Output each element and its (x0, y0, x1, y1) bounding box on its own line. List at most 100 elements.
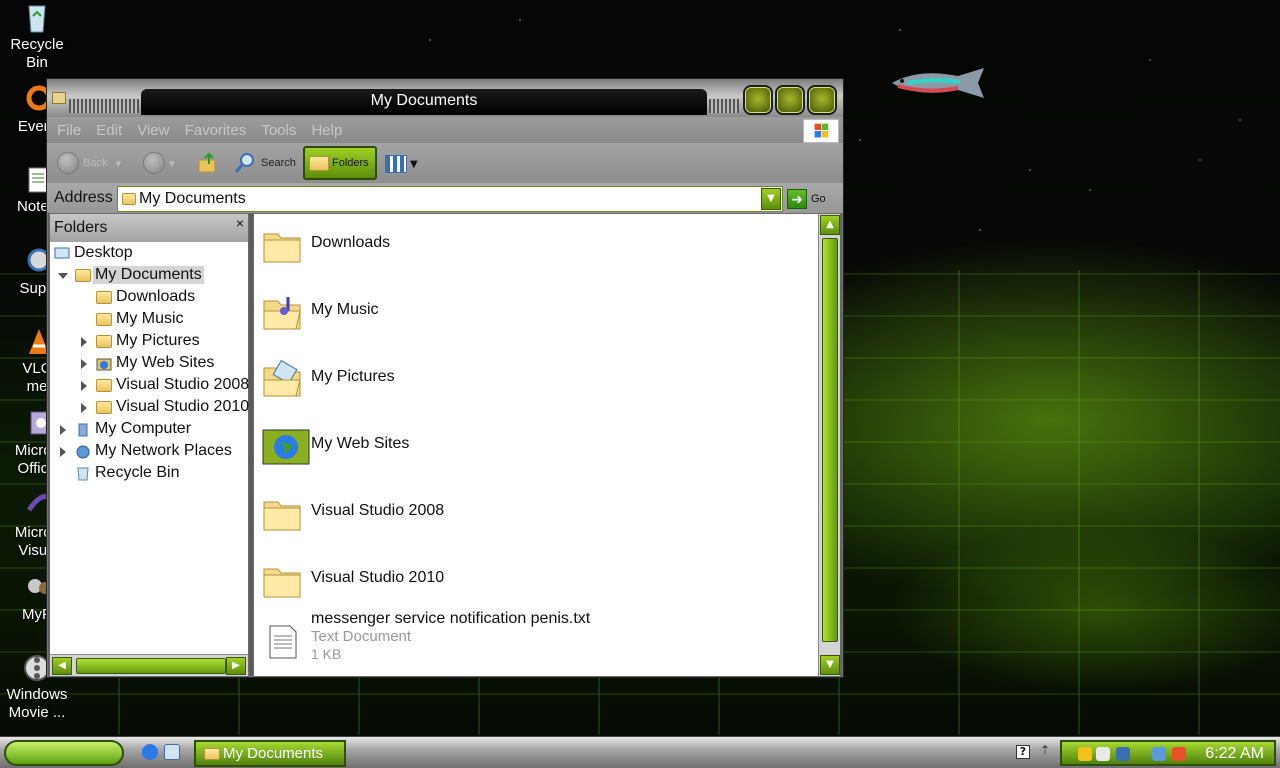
tree-item-desktop[interactable]: Desktop (50, 243, 248, 265)
address-field[interactable]: My Documents (117, 186, 783, 212)
minimize-button[interactable] (743, 85, 773, 115)
file-item-visual-studio-2008[interactable]: Visual Studio 2008 (258, 488, 818, 548)
scroll-thumb[interactable] (76, 658, 226, 674)
scroll-right-button[interactable]: ▶ (226, 657, 246, 675)
clock[interactable]: 6:22 AM (1205, 745, 1264, 763)
file-name: My Web Sites (311, 435, 410, 452)
taskbar-button-my-documents[interactable]: My Documents (194, 740, 346, 767)
start-button[interactable] (4, 740, 124, 766)
close-icon[interactable]: × (236, 215, 244, 231)
tray-icon[interactable] (1096, 747, 1110, 761)
title-grip (69, 99, 139, 113)
folder-icon (263, 568, 301, 598)
expand-icon[interactable] (81, 381, 87, 391)
back-label: Back (83, 157, 108, 169)
tray-icon[interactable] (1116, 747, 1130, 761)
tree-item-my-pictures[interactable]: My Pictures (50, 331, 248, 353)
search-button[interactable]: Search (233, 147, 296, 179)
network-icon[interactable] (1152, 747, 1166, 761)
folders-pane-title: Folders (54, 219, 108, 236)
views-icon (385, 155, 407, 173)
music-folder-icon (96, 313, 112, 326)
menu-tools[interactable]: Tools (256, 117, 301, 139)
tree-item-recycle-bin[interactable]: Recycle Bin (50, 463, 248, 485)
maximize-button[interactable] (775, 85, 805, 115)
recycle-bin-icon (77, 467, 89, 481)
tree-item-my-web-sites[interactable]: My Web Sites (50, 353, 248, 375)
file-name: Downloads (311, 234, 391, 251)
title-bar[interactable]: My Documents (47, 79, 843, 117)
collapse-icon[interactable] (58, 273, 68, 279)
windows-logo-icon (803, 119, 839, 143)
explorer-window: My Documents File Edit View Favorites To… (46, 78, 844, 678)
expand-icon[interactable] (81, 359, 87, 369)
horizontal-scrollbar[interactable]: ◀ ▶ (50, 654, 248, 676)
tree-item-visual-studio-2008[interactable]: Visual Studio 2008 (50, 375, 249, 397)
expand-icon[interactable] (81, 337, 87, 347)
show-desktop-icon[interactable] (164, 744, 180, 760)
internet-explorer-icon[interactable] (142, 744, 158, 760)
folders-label: Folders (332, 157, 369, 169)
search-label: Search (261, 157, 296, 169)
go-button[interactable]: ➜ Go (787, 188, 835, 210)
expand-icon[interactable] (60, 425, 66, 435)
desktop-icon-recycle-bin[interactable]: Recycle Bin (0, 2, 74, 72)
file-item-my-music[interactable]: My Music (258, 287, 818, 347)
tree-label: My Web Sites (116, 354, 215, 371)
tree-label: My Music (116, 310, 184, 327)
menu-favorites[interactable]: Favorites (180, 117, 252, 139)
file-item-my-pictures[interactable]: My Pictures (258, 354, 818, 414)
folder-icon (52, 92, 66, 104)
file-item-visual-studio-2010[interactable]: Visual Studio 2010 (258, 555, 818, 615)
text-file-icon (269, 625, 297, 659)
menu-edit[interactable]: Edit (91, 117, 127, 139)
expand-icon[interactable] (60, 447, 66, 457)
address-label: Address (54, 189, 113, 206)
vertical-scrollbar[interactable]: ▲ ▼ (818, 214, 840, 676)
folder-icon (96, 291, 112, 304)
file-size: 1 KB (311, 646, 342, 662)
taskbar-button-label: My Documents (223, 745, 324, 762)
scroll-up-button[interactable]: ▲ (820, 215, 840, 235)
menu-view[interactable]: View (132, 117, 174, 139)
tree-label: Desktop (74, 244, 133, 261)
my-documents-icon (122, 193, 136, 205)
tree-label: Downloads (116, 288, 196, 305)
tree-item-my-documents[interactable]: My Documents (50, 265, 248, 287)
help-icon[interactable]: ? (1016, 745, 1030, 759)
tree-item-my-music[interactable]: My Music (50, 309, 248, 331)
tree-label: My Pictures (116, 332, 200, 349)
scroll-down-button[interactable]: ▼ (820, 655, 840, 675)
close-button[interactable] (807, 85, 837, 115)
file-name: My Pictures (311, 368, 395, 385)
address-dropdown-button[interactable]: ▼ (761, 188, 781, 210)
menu-file[interactable]: File (52, 117, 86, 139)
file-item-my-web-sites[interactable]: My Web Sites (258, 421, 818, 481)
folders-button[interactable]: Folders (303, 146, 377, 180)
expand-icon[interactable] (81, 403, 87, 413)
tree-item-visual-studio-2010[interactable]: Visual Studio 2010 (50, 397, 249, 419)
tree-item-my-network-places[interactable]: My Network Places (50, 441, 248, 463)
views-button[interactable]: ▼ (385, 151, 425, 177)
tree-item-my-computer[interactable]: My Computer (50, 419, 248, 441)
folder-icon (96, 379, 112, 392)
tree-label: My Documents (93, 266, 204, 284)
web-folder-icon (96, 358, 112, 371)
file-item-messenger-txt[interactable]: messenger service notification penis.txt… (258, 610, 818, 674)
chevron-icon[interactable]: ⇡ (1040, 743, 1050, 757)
up-folder-button[interactable] (197, 147, 219, 179)
tree-item-downloads[interactable]: Downloads (50, 287, 248, 309)
file-item-downloads[interactable]: Downloads (258, 220, 818, 280)
tray-icon[interactable] (1172, 747, 1186, 761)
back-button[interactable]: Back ▾ (57, 147, 121, 179)
menu-help[interactable]: Help (306, 117, 347, 139)
forward-arrow-icon (143, 152, 165, 174)
scroll-thumb[interactable] (822, 238, 838, 642)
file-name: Visual Studio 2008 (311, 502, 445, 519)
scroll-left-button[interactable]: ◀ (52, 657, 72, 675)
pictures-folder-icon (263, 360, 301, 397)
tree-label: My Network Places (95, 442, 232, 459)
forward-button[interactable]: ▾ (143, 147, 175, 179)
file-name: Visual Studio 2010 (311, 569, 445, 586)
security-shield-icon[interactable] (1078, 747, 1092, 761)
